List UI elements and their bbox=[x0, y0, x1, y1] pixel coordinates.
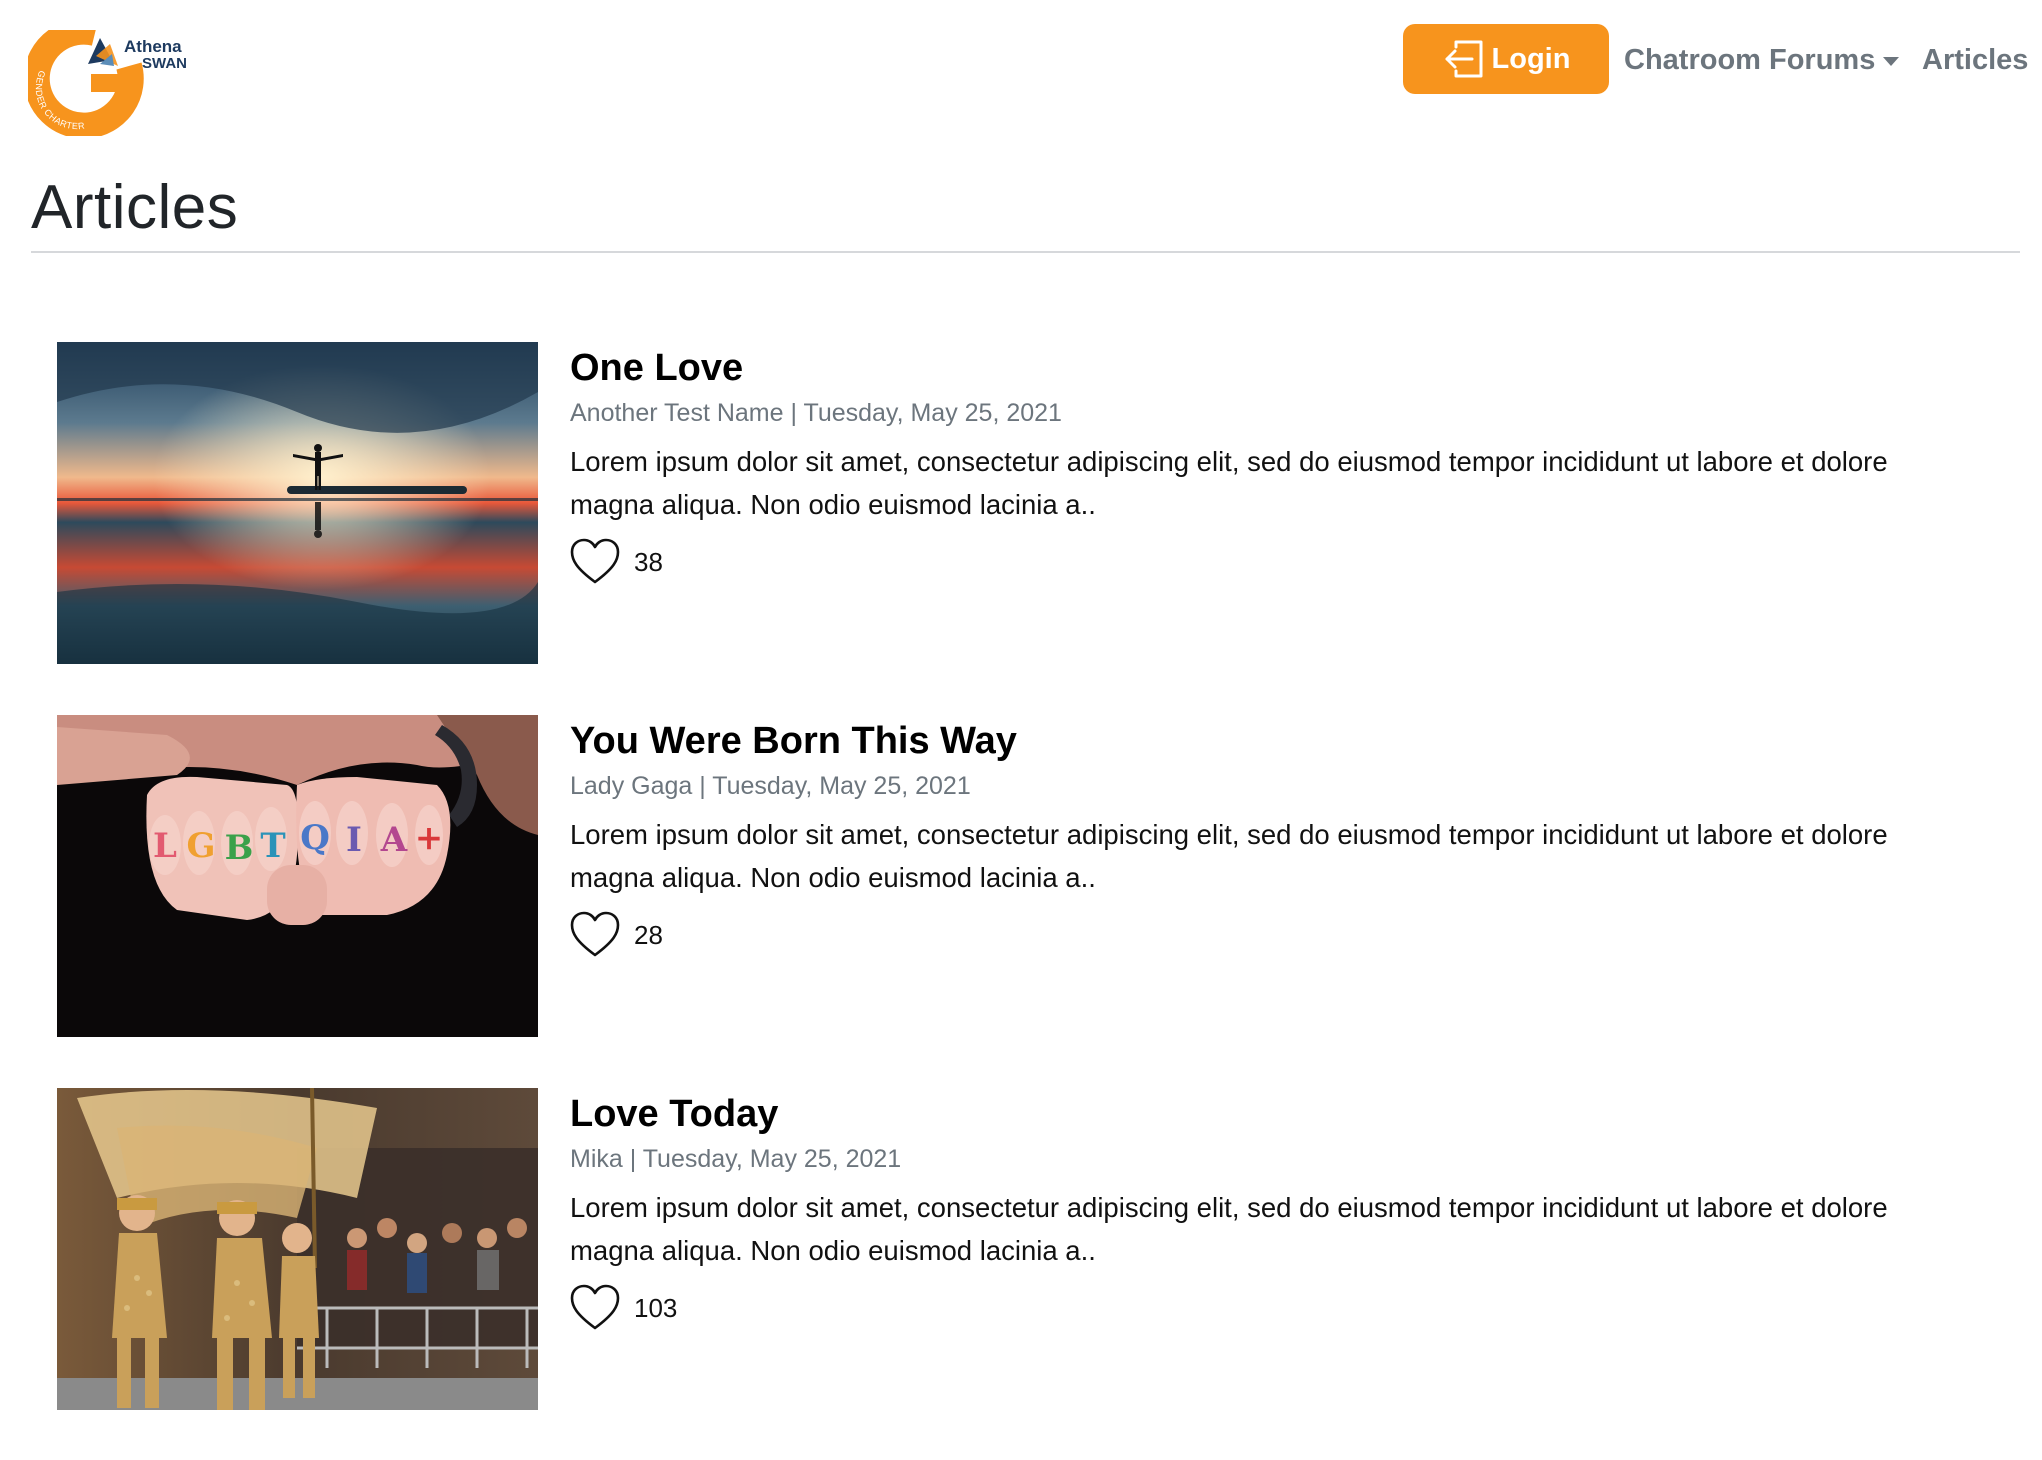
like-button[interactable]: 28 bbox=[570, 911, 1970, 959]
article-meta: Another Test Name | Tuesday, May 25, 202… bbox=[570, 399, 1062, 427]
article-body: You Were Born This Way Lady Gaga | Tuesd… bbox=[570, 715, 1970, 959]
article-card[interactable]: L G B T Q I A + You Were Born This Way L… bbox=[57, 715, 2017, 1037]
svg-text:Q: Q bbox=[300, 818, 330, 858]
svg-text:T: T bbox=[260, 826, 285, 866]
article-title[interactable]: You Were Born This Way bbox=[570, 717, 1970, 765]
parade-dancers-photo[interactable] bbox=[57, 1088, 538, 1410]
svg-text:G: G bbox=[186, 826, 215, 866]
login-label: Login bbox=[1491, 42, 1571, 75]
lgbtqia-knuckles-photo[interactable]: L G B T Q I A + bbox=[57, 715, 538, 1037]
heart-icon bbox=[570, 538, 620, 586]
title-divider bbox=[31, 251, 2020, 253]
article-title[interactable]: Love Today bbox=[570, 1090, 1970, 1138]
svg-text:I: I bbox=[346, 820, 362, 860]
box-arrow-in-left-icon bbox=[1442, 37, 1486, 81]
like-count: 38 bbox=[634, 546, 663, 577]
article-excerpt: Lorem ipsum dolor sit amet, consectetur … bbox=[570, 446, 1888, 520]
page-title: Articles bbox=[31, 173, 239, 242]
article-excerpt: Lorem ipsum dolor sit amet, consectetur … bbox=[570, 819, 1888, 893]
logo-line2: SWAN bbox=[142, 55, 187, 72]
svg-text:GENDER CHARTER: GENDER CHARTER bbox=[34, 69, 86, 131]
login-button[interactable]: Login bbox=[1403, 24, 1609, 94]
heart-icon bbox=[570, 911, 620, 959]
article-meta: Lady Gaga | Tuesday, May 25, 2021 bbox=[570, 772, 971, 800]
article-body: One Love Another Test Name | Tuesday, Ma… bbox=[570, 342, 1970, 586]
svg-text:L: L bbox=[153, 826, 177, 866]
article-body: Love Today Mika | Tuesday, May 25, 2021 … bbox=[570, 1088, 1970, 1332]
like-button[interactable]: 38 bbox=[570, 538, 1970, 586]
caret-down-icon bbox=[1883, 56, 1900, 66]
sunset-silhouette-photo[interactable] bbox=[57, 342, 538, 664]
svg-text:+: + bbox=[415, 818, 444, 858]
article-excerpt: Lorem ipsum dolor sit amet, consectetur … bbox=[570, 1192, 1888, 1266]
chatroom-forums-dropdown[interactable]: Chatroom Forums bbox=[1624, 38, 1900, 82]
svg-text:B: B bbox=[225, 828, 254, 868]
page: Athena SWAN GENDER CHARTER Login Chatroo… bbox=[0, 0, 2042, 1460]
svg-text:A: A bbox=[380, 820, 408, 860]
like-count: 28 bbox=[634, 919, 663, 950]
article-card[interactable]: Love Today Mika | Tuesday, May 25, 2021 … bbox=[57, 1088, 2017, 1410]
chatroom-forums-label: Chatroom Forums bbox=[1624, 43, 1876, 76]
like-count: 103 bbox=[634, 1292, 678, 1323]
article-title[interactable]: One Love bbox=[570, 344, 1970, 392]
athena-swan-logo[interactable]: Athena SWAN GENDER CHARTER bbox=[28, 30, 198, 136]
nav-articles-label: Articles bbox=[1922, 43, 2029, 76]
nav-link-articles[interactable]: Articles bbox=[1922, 38, 2028, 82]
article-meta: Mika | Tuesday, May 25, 2021 bbox=[570, 1145, 902, 1173]
article-card[interactable]: One Love Another Test Name | Tuesday, Ma… bbox=[57, 342, 2017, 664]
logo-line1: Athena bbox=[124, 37, 182, 56]
heart-icon bbox=[570, 1284, 620, 1332]
logo-ring-text: GENDER CHARTER bbox=[34, 69, 85, 131]
navbar: Athena SWAN GENDER CHARTER Login Chatroo… bbox=[0, 0, 2042, 145]
like-button[interactable]: 103 bbox=[570, 1284, 1970, 1332]
